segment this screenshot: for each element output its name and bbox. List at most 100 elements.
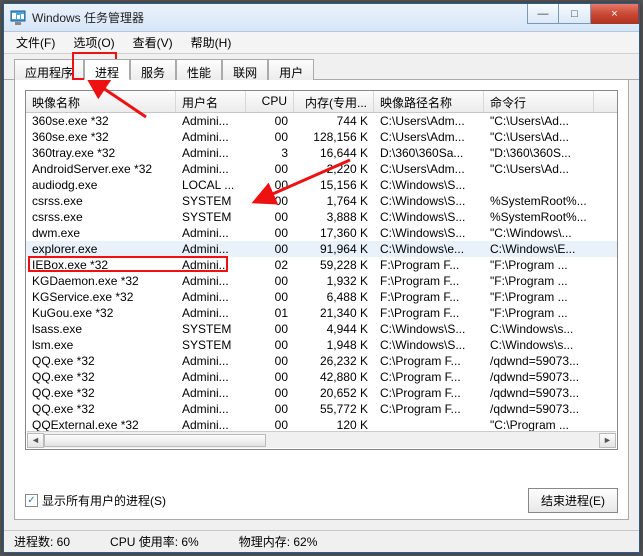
cell-name: QQ.exe *32 [26,369,176,385]
cell-user: Admini... [176,273,246,289]
table-row[interactable]: KGService.exe *32Admini...006,488 KF:\Pr… [26,289,617,305]
table-row[interactable]: IEBox.exe *32Admini...0259,228 KF:\Progr… [26,257,617,273]
tab-services[interactable]: 服务 [130,59,176,80]
table-row[interactable]: csrss.exeSYSTEM003,888 KC:\Windows\S...%… [26,209,617,225]
cell-cpu: 01 [246,305,294,321]
checkbox-label: 显示所有用户的进程(S) [42,492,166,509]
table-row[interactable]: KuGou.exe *32Admini...0121,340 KF:\Progr… [26,305,617,321]
tab-networking[interactable]: 联网 [222,59,268,80]
table-row[interactable]: 360se.exe *32Admini...00744 KC:\Users\Ad… [26,113,617,129]
cell-user: Admini... [176,225,246,241]
table-row[interactable]: AndroidServer.exe *32Admini...002,220 KC… [26,161,617,177]
cell-path: C:\Windows\S... [374,225,484,241]
table-row[interactable]: KGDaemon.exe *32Admini...001,932 KF:\Pro… [26,273,617,289]
col-memory[interactable]: 内存(专用... [294,91,374,112]
table-row[interactable]: lsm.exeSYSTEM001,948 KC:\Windows\S...C:\… [26,337,617,353]
table-row[interactable]: 360tray.exe *32Admini...316,644 KD:\360\… [26,145,617,161]
cell-user: Admini... [176,145,246,161]
cell-name: AndroidServer.exe *32 [26,161,176,177]
table-row[interactable]: csrss.exeSYSTEM001,764 KC:\Windows\S...%… [26,193,617,209]
scroll-track[interactable] [44,433,599,448]
horizontal-scrollbar[interactable]: ◄ ► [27,431,616,448]
table-row[interactable]: explorer.exeAdmini...0091,964 KC:\Window… [26,241,617,257]
cell-path: C:\Windows\S... [374,337,484,353]
cell-mem: 91,964 K [294,241,374,257]
col-image-name[interactable]: 映像名称 [26,91,176,112]
table-row[interactable]: QQ.exe *32Admini...0026,232 KC:\Program … [26,353,617,369]
cell-user: Admini... [176,289,246,305]
tab-processes[interactable]: 进程 [84,59,130,80]
maximize-button[interactable]: □ [559,4,591,24]
cell-user: Admini... [176,161,246,177]
cell-name: QQ.exe *32 [26,401,176,417]
cell-cpu: 00 [246,241,294,257]
table-row[interactable]: 360se.exe *32Admini...00128,156 KC:\User… [26,129,617,145]
cell-path: C:\Program F... [374,401,484,417]
process-list[interactable]: 映像名称 用户名 CPU 内存(专用... 映像路径名称 命令行 360se.e… [25,90,618,450]
scroll-thumb[interactable] [44,434,266,447]
cell-user: SYSTEM [176,321,246,337]
menu-file[interactable]: 文件(F) [8,32,63,53]
minimize-button[interactable]: — [527,4,559,24]
checkbox-icon: ✓ [25,494,38,507]
cell-cpu: 3 [246,145,294,161]
cell-cpu: 00 [246,209,294,225]
col-cpu[interactable]: CPU [246,91,294,112]
cell-name: QQ.exe *32 [26,385,176,401]
cell-name: QQ.exe *32 [26,353,176,369]
cell-path: F:\Program F... [374,305,484,321]
col-command-line[interactable]: 命令行 [484,91,594,112]
status-physical-memory: 物理内存: 62% [239,533,318,550]
cell-name: csrss.exe [26,209,176,225]
cell-path: C:\Windows\S... [374,177,484,193]
tab-applications[interactable]: 应用程序 [14,59,84,80]
cell-name: lsass.exe [26,321,176,337]
show-all-users-checkbox[interactable]: ✓ 显示所有用户的进程(S) [25,492,166,509]
titlebar[interactable]: Windows 任务管理器 — □ × [4,4,639,32]
table-row[interactable]: lsass.exeSYSTEM004,944 KC:\Windows\S...C… [26,321,617,337]
scroll-right-icon[interactable]: ► [599,433,616,448]
cell-name: 360se.exe *32 [26,129,176,145]
table-row[interactable]: QQ.exe *32Admini...0055,772 KC:\Program … [26,401,617,417]
cell-user: Admini... [176,369,246,385]
cell-cpu: 00 [246,289,294,305]
cell-cpu: 00 [246,129,294,145]
cell-mem: 21,340 K [294,305,374,321]
tab-users[interactable]: 用户 [268,59,314,80]
menu-view[interactable]: 查看(V) [125,32,181,53]
cell-name: dwm.exe [26,225,176,241]
table-row[interactable]: QQ.exe *32Admini...0020,652 KC:\Program … [26,385,617,401]
cell-path: C:\Windows\S... [374,193,484,209]
cell-cmd: "F:\Program ... [484,289,594,305]
cell-cpu: 00 [246,337,294,353]
cell-user: Admini... [176,401,246,417]
menu-options[interactable]: 选项(O) [65,32,122,53]
table-row[interactable]: QQ.exe *32Admini...0042,880 KC:\Program … [26,369,617,385]
end-process-button[interactable]: 结束进程(E) [528,488,618,513]
cell-cpu: 00 [246,273,294,289]
col-image-path[interactable]: 映像路径名称 [374,91,484,112]
cell-name: IEBox.exe *32 [26,257,176,273]
cell-cmd: %SystemRoot%... [484,193,594,209]
cell-cmd: /qdwnd=59073... [484,353,594,369]
cell-cmd: "C:\Users\Ad... [484,129,594,145]
scroll-left-icon[interactable]: ◄ [27,433,44,448]
cell-mem: 3,888 K [294,209,374,225]
table-row[interactable]: dwm.exeAdmini...0017,360 KC:\Windows\S..… [26,225,617,241]
cell-mem: 128,156 K [294,129,374,145]
cell-name: audiodg.exe [26,177,176,193]
col-user[interactable]: 用户名 [176,91,246,112]
cell-cpu: 00 [246,401,294,417]
cell-cmd: /qdwnd=59073... [484,369,594,385]
table-row[interactable]: audiodg.exeLOCAL ...0015,156 KC:\Windows… [26,177,617,193]
close-button[interactable]: × [591,4,639,24]
menu-help[interactable]: 帮助(H) [183,32,240,53]
cell-mem: 2,220 K [294,161,374,177]
cell-user: Admini... [176,113,246,129]
cell-path: C:\Program F... [374,369,484,385]
cell-name: 360se.exe *32 [26,113,176,129]
cell-user: Admini... [176,385,246,401]
process-rows[interactable]: 360se.exe *32Admini...00744 KC:\Users\Ad… [26,113,617,433]
tab-performance[interactable]: 性能 [176,59,222,80]
cell-path: C:\Windows\S... [374,209,484,225]
